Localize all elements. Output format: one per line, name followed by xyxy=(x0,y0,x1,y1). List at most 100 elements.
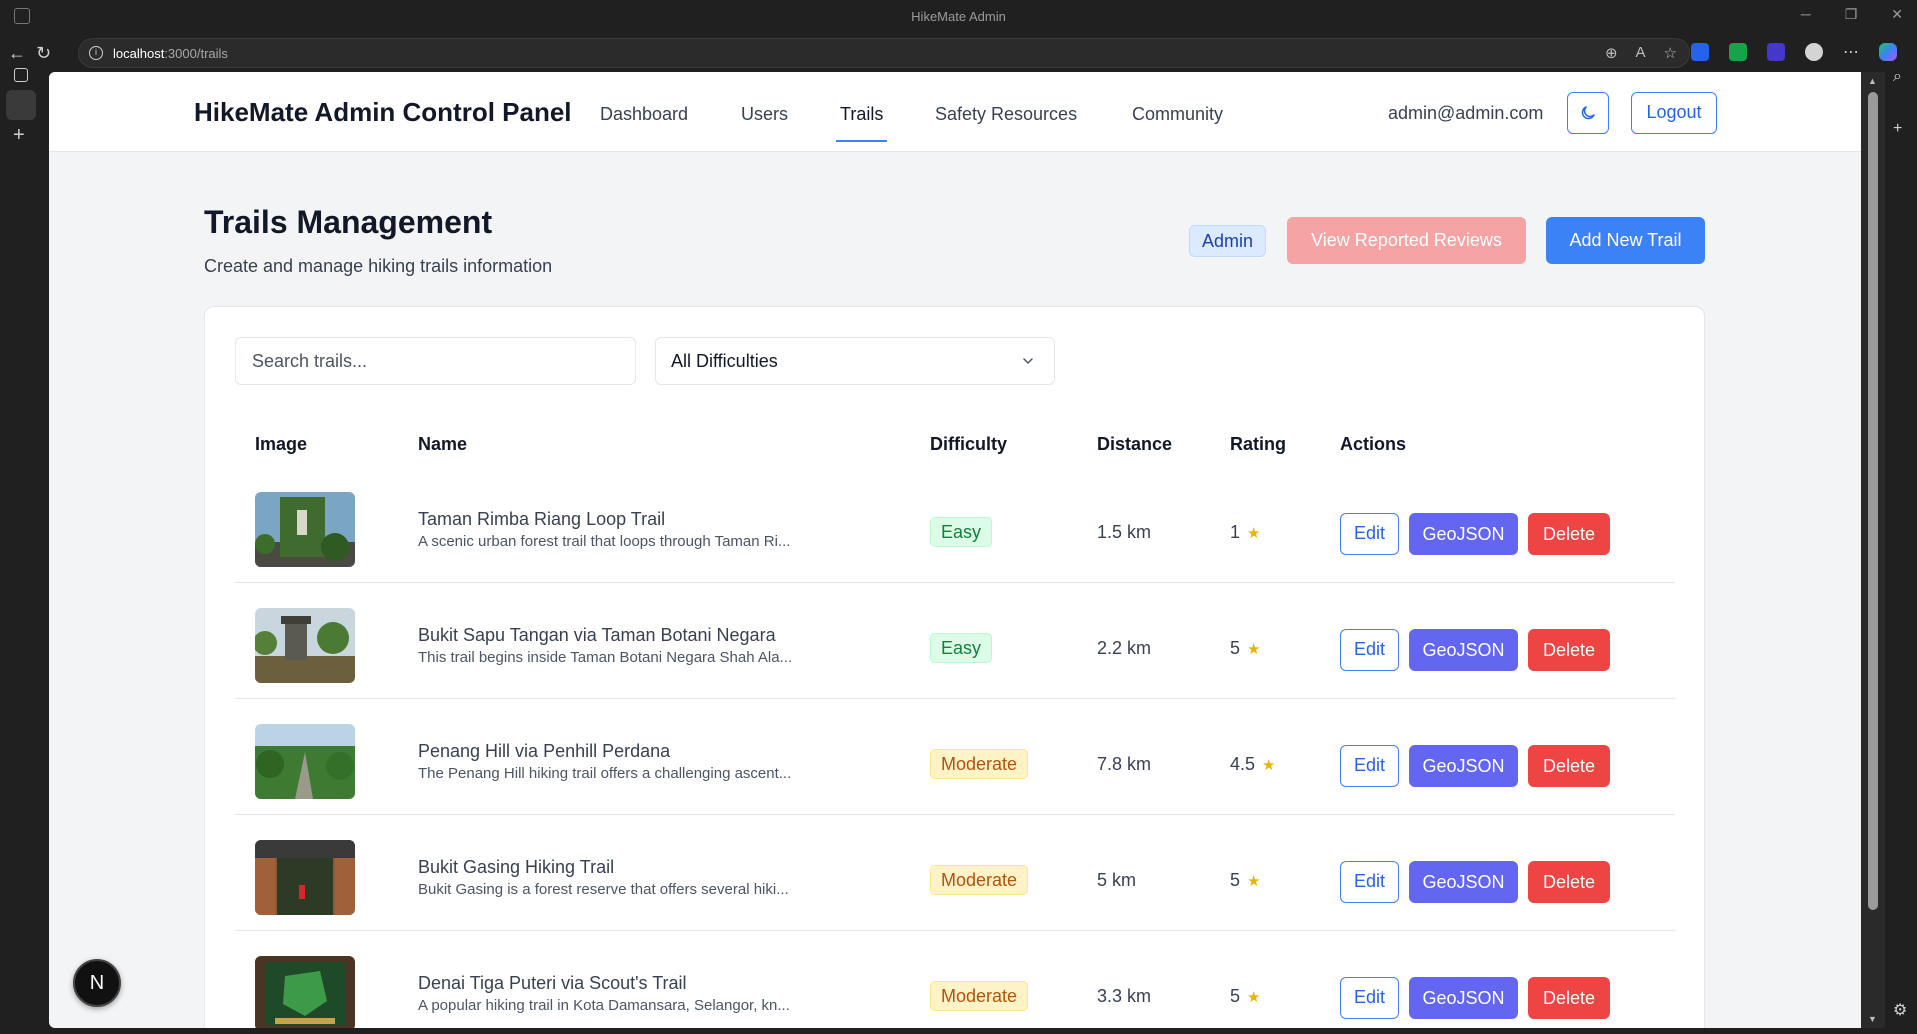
difficulty-badge: Easy xyxy=(930,517,993,547)
close-icon[interactable]: ✕ xyxy=(1891,6,1903,23)
nav-trails[interactable]: Trails xyxy=(835,104,888,142)
moon-icon xyxy=(1581,106,1595,120)
trails-card: All Difficulties Image Name Difficulty D… xyxy=(204,306,1705,1028)
read-aloud-icon[interactable]: A xyxy=(1636,44,1646,62)
table-row: Penang Hill via Penhill Perdana The Pena… xyxy=(235,699,1675,815)
delete-button[interactable]: Delete xyxy=(1528,977,1610,1019)
minimize-icon[interactable]: ─ xyxy=(1801,6,1811,23)
column-header-distance: Distance xyxy=(1097,434,1173,454)
extension-icon[interactable] xyxy=(1767,43,1785,61)
trail-thumbnail xyxy=(255,724,355,799)
shield-icon[interactable] xyxy=(1729,43,1747,61)
edit-button[interactable]: Edit xyxy=(1340,629,1399,671)
star-icon: ★ xyxy=(1247,873,1261,890)
tab-actions-icon[interactable] xyxy=(14,68,28,82)
trail-name: Bukit Sapu Tangan via Taman Botani Negar… xyxy=(418,625,776,645)
trail-thumbnail xyxy=(255,492,355,567)
trail-distance: 2.2 km xyxy=(1097,638,1152,658)
geojson-button[interactable]: GeoJSON xyxy=(1409,745,1518,787)
trail-description: The Penang Hill hiking trail offers a ch… xyxy=(418,765,792,782)
settings-gear-icon[interactable]: ⚙ xyxy=(1893,1000,1907,1020)
vertical-tabs-sidebar: + xyxy=(0,68,40,1034)
nextjs-dev-badge[interactable]: N xyxy=(73,959,121,1007)
delete-button[interactable]: Delete xyxy=(1528,861,1610,903)
edit-button[interactable]: Edit xyxy=(1340,977,1399,1019)
app-navbar: HikeMate Admin Control Panel Dashboard U… xyxy=(49,72,1861,152)
delete-button[interactable]: Delete xyxy=(1528,629,1610,671)
scrollbar-thumb[interactable] xyxy=(1868,92,1878,910)
site-info-icon[interactable]: i xyxy=(89,46,103,60)
search-input[interactable] xyxy=(235,337,636,385)
delete-button[interactable]: Delete xyxy=(1528,745,1610,787)
trail-name: Penang Hill via Penhill Perdana xyxy=(418,741,671,761)
view-reported-reviews-button[interactable]: View Reported Reviews xyxy=(1287,217,1526,264)
star-icon: ★ xyxy=(1262,757,1276,774)
trail-description: This trail begins inside Taman Botani Ne… xyxy=(418,649,793,666)
browser-toolbar: ← ↻ i localhost:3000/trails ⊕ A ☆ ⋯ xyxy=(0,34,1917,72)
trail-rating: 5 ★ xyxy=(1230,870,1261,890)
difficulty-select[interactable]: All Difficulties xyxy=(655,337,1055,385)
extension-icon[interactable] xyxy=(1691,43,1709,61)
logout-button[interactable]: Logout xyxy=(1631,92,1717,134)
difficulty-badge: Moderate xyxy=(930,981,1029,1011)
trail-thumbnail xyxy=(255,956,355,1028)
star-icon: ★ xyxy=(1247,641,1261,658)
trail-name: Bukit Gasing Hiking Trail xyxy=(418,857,615,877)
trail-distance: 3.3 km xyxy=(1097,986,1152,1006)
scroll-down-icon[interactable]: ▼ xyxy=(1868,1014,1877,1024)
trail-name: Denai Tiga Puteri via Scout's Trail xyxy=(418,973,687,993)
geojson-button[interactable]: GeoJSON xyxy=(1409,629,1518,671)
add-icon[interactable]: + xyxy=(1893,120,1902,138)
geojson-button[interactable]: GeoJSON xyxy=(1409,977,1518,1019)
table-row: Bukit Sapu Tangan via Taman Botani Negar… xyxy=(235,583,1675,699)
nav-community[interactable]: Community xyxy=(1132,104,1223,125)
geojson-button[interactable]: GeoJSON xyxy=(1409,513,1518,555)
new-tab-icon[interactable]: + xyxy=(13,124,25,147)
theme-toggle-button[interactable] xyxy=(1567,92,1609,134)
table-row: Bukit Gasing Hiking Trail Bukit Gasing i… xyxy=(235,815,1675,931)
trail-rating: 1 ★ xyxy=(1230,522,1261,542)
column-header-name: Name xyxy=(418,434,468,454)
page-scrollbar[interactable]: ▲ ▼ xyxy=(1861,72,1885,1028)
address-bar[interactable]: i localhost:3000/trails ⊕ A ☆ xyxy=(78,38,1690,68)
column-header-actions: Actions xyxy=(1340,434,1407,454)
profile-avatar-icon[interactable] xyxy=(1805,43,1823,61)
nav-users[interactable]: Users xyxy=(741,104,788,125)
url-text[interactable]: localhost:3000/trails xyxy=(113,46,228,61)
trail-name: Taman Rimba Riang Loop Trail xyxy=(418,509,666,529)
zoom-icon[interactable]: ⊕ xyxy=(1605,44,1618,62)
window-controls: ─ ❐ ✕ xyxy=(1801,6,1903,23)
scroll-up-icon[interactable]: ▲ xyxy=(1868,76,1877,86)
edit-button[interactable]: Edit xyxy=(1340,745,1399,787)
more-menu-icon[interactable]: ⋯ xyxy=(1843,42,1859,62)
trail-rating: 4.5 ★ xyxy=(1230,754,1276,774)
column-header-image: Image xyxy=(255,434,308,454)
chevron-down-icon xyxy=(1023,358,1033,364)
trail-distance: 5 km xyxy=(1097,870,1137,890)
trail-rating: 5 ★ xyxy=(1230,986,1261,1006)
favorite-star-icon[interactable]: ☆ xyxy=(1664,44,1677,62)
trail-distance: 7.8 km xyxy=(1097,754,1152,774)
browser-titlebar: HikeMate Admin ─ ❐ ✕ xyxy=(0,0,1917,34)
trail-thumbnail xyxy=(255,608,355,683)
active-tab[interactable] xyxy=(6,90,36,120)
edit-button[interactable]: Edit xyxy=(1340,513,1399,555)
reload-icon[interactable]: ↻ xyxy=(36,43,51,64)
edit-button[interactable]: Edit xyxy=(1340,861,1399,903)
brand-title: HikeMate Admin Control Panel xyxy=(194,97,572,127)
copilot-icon[interactable] xyxy=(1879,43,1897,61)
delete-button[interactable]: Delete xyxy=(1528,513,1610,555)
trail-distance: 1.5 km xyxy=(1097,522,1152,542)
nav-safety-resources[interactable]: Safety Resources xyxy=(935,104,1077,125)
back-icon[interactable]: ← xyxy=(8,43,26,64)
geojson-button[interactable]: GeoJSON xyxy=(1409,861,1518,903)
difficulty-select-value: All Difficulties xyxy=(671,351,778,371)
trail-thumbnail xyxy=(255,840,355,915)
difficulty-badge: Easy xyxy=(930,633,993,663)
restore-icon[interactable]: ❐ xyxy=(1845,6,1858,23)
user-email: admin@admin.com xyxy=(1388,103,1544,123)
search-icon[interactable]: ⌕ xyxy=(1893,68,1902,86)
column-header-difficulty: Difficulty xyxy=(930,434,1008,454)
nav-dashboard[interactable]: Dashboard xyxy=(600,104,688,125)
add-new-trail-button[interactable]: Add New Trail xyxy=(1546,217,1705,264)
